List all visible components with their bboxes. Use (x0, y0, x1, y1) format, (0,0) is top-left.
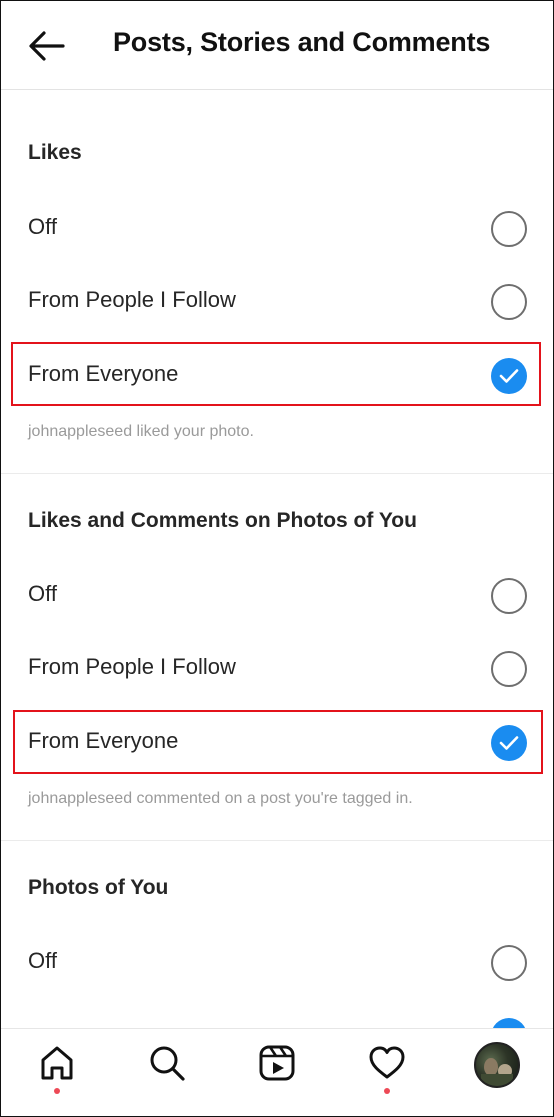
back-button[interactable] (27, 29, 67, 63)
checkmark-icon (499, 369, 519, 383)
radio-button-selected[interactable] (491, 358, 527, 394)
radio-button-selected[interactable] (491, 725, 527, 761)
likes-comments-option-off[interactable]: Off (1, 568, 553, 624)
checkmark-icon (499, 736, 519, 750)
home-icon (41, 1046, 73, 1080)
likes-comments-option-everyone[interactable]: From Everyone (1, 715, 553, 771)
profile-avatar[interactable] (474, 1042, 520, 1088)
tab-activity[interactable] (363, 1043, 411, 1091)
tab-search[interactable] (143, 1043, 191, 1091)
likes-option-everyone[interactable]: From Everyone (1, 348, 553, 404)
photos-of-you-option-off[interactable]: Off (1, 935, 553, 991)
section-title-likes: Likes (28, 141, 82, 164)
divider (1, 840, 553, 841)
notification-dot (384, 1088, 390, 1094)
arrow-left-icon (29, 31, 65, 61)
page-title: Posts, Stories and Comments (113, 27, 491, 57)
radio-button[interactable] (491, 945, 527, 981)
section-title-likes-comments: Likes and Comments on Photos of You (28, 509, 417, 532)
divider (1, 473, 553, 474)
option-label: From People I Follow (28, 654, 236, 679)
radio-button[interactable] (491, 284, 527, 320)
likes-option-following[interactable]: From People I Follow (1, 274, 553, 330)
likes-option-off[interactable]: Off (1, 201, 553, 257)
option-label: From Everyone (28, 361, 179, 386)
bottom-tab-bar (1, 1028, 553, 1116)
search-icon (150, 1046, 185, 1081)
option-label: Off (28, 948, 57, 973)
avatar-image-part (481, 1074, 513, 1086)
radio-button[interactable] (491, 211, 527, 247)
option-label: Off (28, 581, 57, 606)
option-label: Off (28, 214, 57, 239)
option-label: From People I Follow (28, 287, 236, 312)
option-label: From Everyone (28, 728, 179, 753)
likes-comments-caption: johnappleseed commented on a post you're… (28, 790, 413, 807)
tab-reels[interactable] (253, 1043, 301, 1091)
section-title-photos-of-you: Photos of You (28, 876, 169, 899)
notification-dot (54, 1088, 60, 1094)
screen: Posts, Stories and Comments Likes Off Fr… (0, 0, 554, 1117)
radio-button[interactable] (491, 578, 527, 614)
reels-icon (259, 1045, 295, 1081)
tab-home[interactable] (33, 1043, 81, 1091)
heart-icon (369, 1046, 405, 1079)
likes-caption: johnappleseed liked your photo. (28, 423, 254, 440)
top-bar: Posts, Stories and Comments (1, 1, 553, 90)
radio-button[interactable] (491, 651, 527, 687)
likes-comments-option-following[interactable]: From People I Follow (1, 641, 553, 697)
